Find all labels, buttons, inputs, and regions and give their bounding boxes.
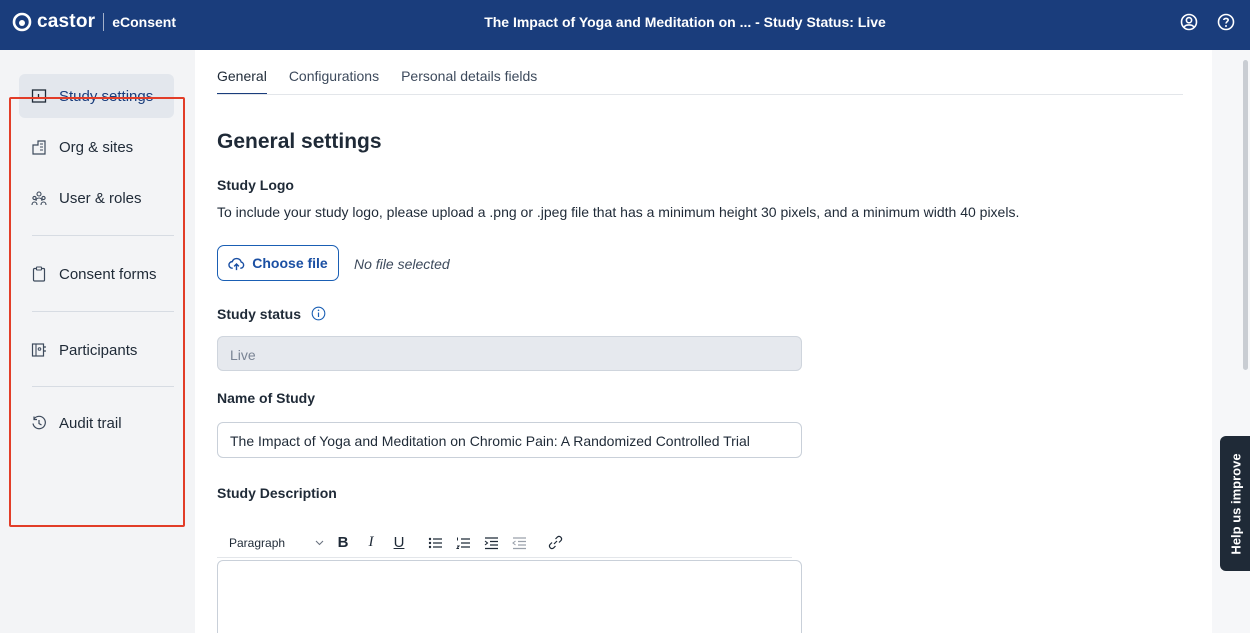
help-us-improve-tab[interactable]: Help us improve <box>1220 436 1250 571</box>
sidebar-item-consent-forms[interactable]: Consent forms <box>19 252 174 296</box>
tabs-divider <box>217 94 1183 95</box>
name-of-study-input[interactable]: The Impact of Yoga and Meditation on Chr… <box>217 422 802 458</box>
file-status-text: No file selected <box>354 256 450 272</box>
tab-bar: General Configurations Personal details … <box>217 68 537 95</box>
tab-personal-details-fields[interactable]: Personal details fields <box>401 68 537 95</box>
italic-button[interactable]: I <box>357 530 385 556</box>
users-icon <box>31 191 47 206</box>
building-icon <box>32 140 46 155</box>
numbered-list-button[interactable] <box>449 530 477 556</box>
sidebar-item-label: Org & sites <box>59 138 134 156</box>
sidebar-divider <box>32 311 174 312</box>
main-content: General Configurations Personal details … <box>195 50 1212 633</box>
clipboard-icon <box>32 266 46 282</box>
sidebar: Study settings Org & sites User & roles … <box>0 50 195 633</box>
sidebar-item-label: Participants <box>59 341 138 359</box>
tab-configurations[interactable]: Configurations <box>289 68 379 95</box>
choose-file-label: Choose file <box>252 255 328 271</box>
sidebar-item-participants[interactable]: Participants <box>19 328 174 372</box>
study-status-label-text: Study status <box>217 306 302 322</box>
sidebar-item-label: Audit trail <box>59 414 122 432</box>
help-us-improve-label: Help us improve <box>1228 452 1244 555</box>
sidebar-item-audit-trail[interactable]: Audit trail <box>19 401 174 445</box>
cloud-upload-icon <box>228 257 245 270</box>
sidebar-divider <box>32 235 174 236</box>
paragraph-style-select[interactable]: Paragraph <box>217 536 329 550</box>
brand-divider <box>103 13 105 31</box>
outdent-button[interactable] <box>505 530 533 556</box>
sidebar-item-study-settings[interactable]: Study settings <box>19 74 174 118</box>
outdent-icon <box>511 536 526 549</box>
study-status-field: Live <box>217 336 802 371</box>
sidebar-item-user-roles[interactable]: User & roles <box>19 176 174 220</box>
bulleted-list-button[interactable] <box>421 530 449 556</box>
product-name: eConsent <box>112 14 177 30</box>
account-icon[interactable] <box>1180 13 1198 31</box>
brand-name: castor <box>37 11 96 32</box>
bulleted-list-icon <box>428 537 442 548</box>
scrollbar-thumb[interactable] <box>1243 60 1248 370</box>
choose-file-button[interactable]: Choose file <box>217 245 339 281</box>
castor-logo-icon <box>12 12 32 32</box>
brand[interactable]: castor eConsent <box>12 0 176 44</box>
sidebar-item-label: User & roles <box>59 189 142 207</box>
underline-button[interactable]: U <box>385 530 413 556</box>
page-title: The Impact of Yoga and Meditation on ...… <box>484 14 886 30</box>
study-logo-help-text: To include your study logo, please uploa… <box>217 204 1020 220</box>
section-heading: General settings <box>217 130 382 153</box>
indent-button[interactable] <box>477 530 505 556</box>
study-status-label: Study status <box>217 306 326 322</box>
study-description-editor[interactable] <box>217 560 802 633</box>
chevron-down-icon <box>315 540 324 546</box>
link-button[interactable] <box>541 530 569 556</box>
tab-general[interactable]: General <box>217 68 267 95</box>
top-bar: castor eConsent The Impact of Yoga and M… <box>0 0 1250 50</box>
sidebar-item-label: Consent forms <box>59 265 157 283</box>
numbered-list-icon <box>455 537 470 549</box>
indent-icon <box>484 536 498 549</box>
study-settings-icon <box>31 89 47 103</box>
help-icon[interactable] <box>1217 13 1235 31</box>
link-icon <box>548 535 562 550</box>
study-description-label: Study Description <box>217 485 337 501</box>
history-icon <box>32 415 46 430</box>
sidebar-item-org-sites[interactable]: Org & sites <box>19 125 174 169</box>
bold-button[interactable]: B <box>329 530 357 556</box>
name-of-study-label: Name of Study <box>217 390 316 406</box>
participants-icon <box>31 343 46 357</box>
info-icon[interactable] <box>311 306 326 321</box>
editor-toolbar: Paragraph B I U <box>217 528 792 558</box>
sidebar-divider <box>32 386 174 387</box>
sidebar-item-label: Study settings <box>59 87 154 105</box>
study-logo-label: Study Logo <box>217 177 294 193</box>
paragraph-style-value: Paragraph <box>229 535 286 550</box>
